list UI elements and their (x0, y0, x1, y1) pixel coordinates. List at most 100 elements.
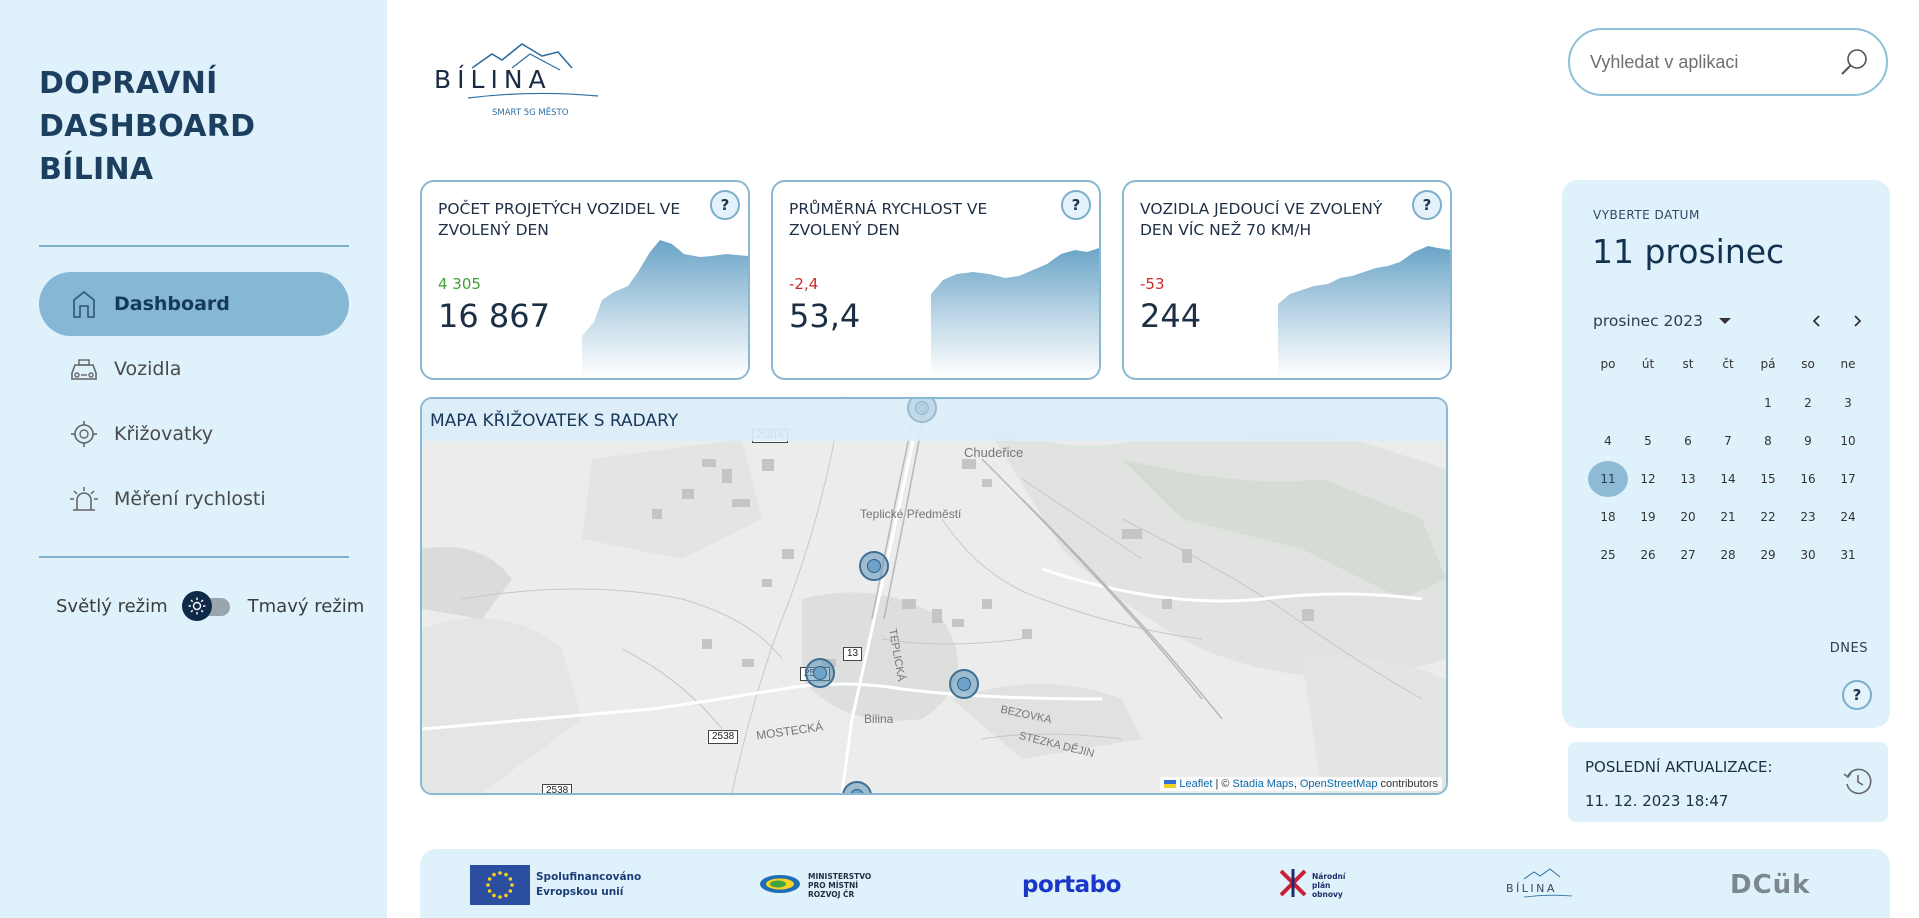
sidebar-divider-bottom (39, 556, 349, 558)
calendar-day[interactable]: 28 (1708, 537, 1748, 573)
calendar-day[interactable]: 2 (1788, 385, 1828, 421)
road-shield: 2538 (708, 730, 739, 744)
target-icon (68, 418, 100, 450)
place-bilina: Bilina (864, 712, 894, 726)
weekday-label: čt (1722, 357, 1734, 371)
place-teplicke-predmesti: Teplické Předměstí (860, 507, 962, 521)
sidebar-item-dashboard[interactable]: Dashboard (39, 272, 349, 336)
calendar-day[interactable]: 22 (1748, 499, 1788, 535)
kpi-card-average-speed: Průměrná rychlost ve zvolený den ? -2,4 … (771, 180, 1101, 380)
calendar-day[interactable]: 12 (1628, 461, 1668, 497)
calendar-day[interactable]: 7 (1708, 423, 1748, 459)
leaflet-link[interactable]: Leaflet (1179, 778, 1212, 790)
mmr-line-1: MINISTERSTVO (808, 871, 872, 881)
selected-date: 11 prosinec (1592, 232, 1785, 271)
last-update-value: 11. 12. 2023 18:47 (1585, 792, 1729, 810)
calendar-day[interactable]: 8 (1748, 423, 1788, 459)
history-clock-icon[interactable] (1842, 766, 1874, 798)
kpi-title: Počet projetých vozidel ve zvolený den (438, 200, 681, 239)
radar-marker[interactable] (805, 658, 835, 688)
sidebar-item-label: Měření rychlosti (114, 488, 266, 510)
calendar-day[interactable]: 10 (1828, 423, 1868, 459)
sidebar-item-krizovatky[interactable]: Křižovatky (39, 402, 349, 466)
npo-line-1: Národní (1312, 871, 1346, 881)
partner-portabo: portabo (1022, 865, 1121, 905)
calendar-day[interactable]: 1 (1748, 385, 1788, 421)
eu-flag-icon (470, 865, 530, 905)
chevron-left-icon[interactable] (1804, 308, 1830, 334)
calendar-day[interactable]: 5 (1628, 423, 1668, 459)
calendar-day[interactable]: 18 (1588, 499, 1628, 535)
bilina-small-logo: BÍLINA (1506, 868, 1573, 898)
kpi-card-speeding-vehicles: Vozidla jedoucí ve zvolený den víc než 7… (1122, 180, 1452, 380)
calendar-day[interactable]: 4 (1588, 423, 1628, 459)
radar-marker[interactable] (949, 669, 979, 699)
month-selector[interactable]: prosinec 2023 (1593, 312, 1731, 330)
map-title: Mapa křižovatek s radary (430, 411, 679, 431)
calendar-day[interactable]: 26 (1628, 537, 1668, 573)
calendar-day[interactable]: 15 (1748, 461, 1788, 497)
calendar-day[interactable]: 16 (1788, 461, 1828, 497)
logo-tagline: SMART 5G MĚSTO (492, 106, 569, 118)
partner-dcuk: DCük (1730, 865, 1810, 905)
calendar-day-selected[interactable]: 11 (1588, 461, 1628, 497)
today-button[interactable]: DNES (1830, 641, 1868, 656)
help-icon[interactable]: ? (710, 190, 740, 220)
search-input[interactable] (1590, 51, 1838, 73)
calendar-day[interactable]: 31 (1828, 537, 1868, 573)
calendar-day[interactable]: 17 (1828, 461, 1868, 497)
sidebar-item-vozidla[interactable]: Vozidla (39, 337, 349, 401)
calendar-day[interactable]: 13 (1668, 461, 1708, 497)
calendar-day[interactable]: 29 (1748, 537, 1788, 573)
calendar-day[interactable]: 20 (1668, 499, 1708, 535)
radar-marker[interactable] (859, 551, 889, 581)
app-title-line-3: BÍLINA (39, 152, 154, 187)
kpi-value: 53,4 (789, 297, 861, 335)
radar-map[interactable]: Chudeřice Teplické Předměstí Bilina MOST… (420, 397, 1448, 795)
npo-text: Národní plán obnovy (1312, 872, 1345, 899)
kpi-delta: -2,4 (789, 275, 819, 293)
mmr-line-2: PRO MÍSTNÍ (808, 880, 859, 890)
chevron-right-icon[interactable] (1844, 308, 1870, 334)
home-icon (68, 288, 100, 320)
bilina-logo: BÍLINA SMART 5G MĚSTO (432, 40, 602, 120)
app-title-line-2: DASHBOARD (39, 109, 256, 144)
date-picker-label: VYBERTE DATUM (1593, 208, 1700, 222)
month-label: prosinec 2023 (1593, 312, 1703, 330)
kpi-card-vehicle-count: Počet projetých vozidel ve zvolený den ?… (420, 180, 750, 380)
calendar-grid: po út st čt pá so ne 1 2 3 4 5 6 7 8 9 10 11 12 13 14 15 16 17… (1588, 352, 1868, 574)
calendar-day[interactable]: 23 (1788, 499, 1828, 535)
app-title-line-1: DOPRAVNÍ (39, 66, 218, 101)
calendar-day[interactable]: 6 (1668, 423, 1708, 459)
logo-wordmark: BÍLINA (434, 65, 552, 94)
stadia-maps-link[interactable]: Stadia Maps (1233, 778, 1294, 790)
calendar-day[interactable]: 19 (1628, 499, 1668, 535)
place-chuderice: Chudeřice (964, 445, 1024, 460)
road-shield: 13 (843, 647, 863, 661)
calendar-day[interactable]: 21 (1708, 499, 1748, 535)
calendar-day[interactable]: 25 (1588, 537, 1628, 573)
weekday-label: pá (1760, 357, 1776, 371)
calendar-day[interactable]: 30 (1788, 537, 1828, 573)
help-icon[interactable]: ? (1842, 680, 1872, 710)
kpi-title: Vozidla jedoucí ve zvolený den víc než 7… (1140, 200, 1383, 239)
calendar-day[interactable]: 24 (1828, 499, 1868, 535)
eu-line-2: Evropskou unií (536, 886, 624, 898)
sidebar-item-mereni-rychlosti[interactable]: Měření rychlosti (39, 467, 349, 531)
help-icon[interactable]: ? (1061, 190, 1091, 220)
calendar-day[interactable]: 27 (1668, 537, 1708, 573)
theme-toggle[interactable] (181, 591, 232, 621)
kpi-title: Průměrná rychlost ve zvolený den (789, 200, 988, 239)
bilina-small-wordmark: BÍLINA (1506, 882, 1557, 895)
dcuk-logo: DCük (1730, 870, 1811, 900)
attribution-separator: | © (1212, 778, 1233, 790)
calendar-day[interactable]: 14 (1708, 461, 1748, 497)
help-icon[interactable]: ? (1412, 190, 1442, 220)
kpi-value: 244 (1140, 297, 1202, 335)
calendar-day[interactable]: 9 (1788, 423, 1828, 459)
sidebar: DOPRAVNÍ DASHBOARD BÍLINA Dashboard Vozi… (0, 0, 387, 918)
sidebar-item-label: Dashboard (114, 293, 230, 315)
calendar-day[interactable]: 3 (1828, 385, 1868, 421)
search-icon[interactable] (1838, 46, 1870, 78)
openstreetmap-link[interactable]: OpenStreetMap (1300, 778, 1378, 790)
